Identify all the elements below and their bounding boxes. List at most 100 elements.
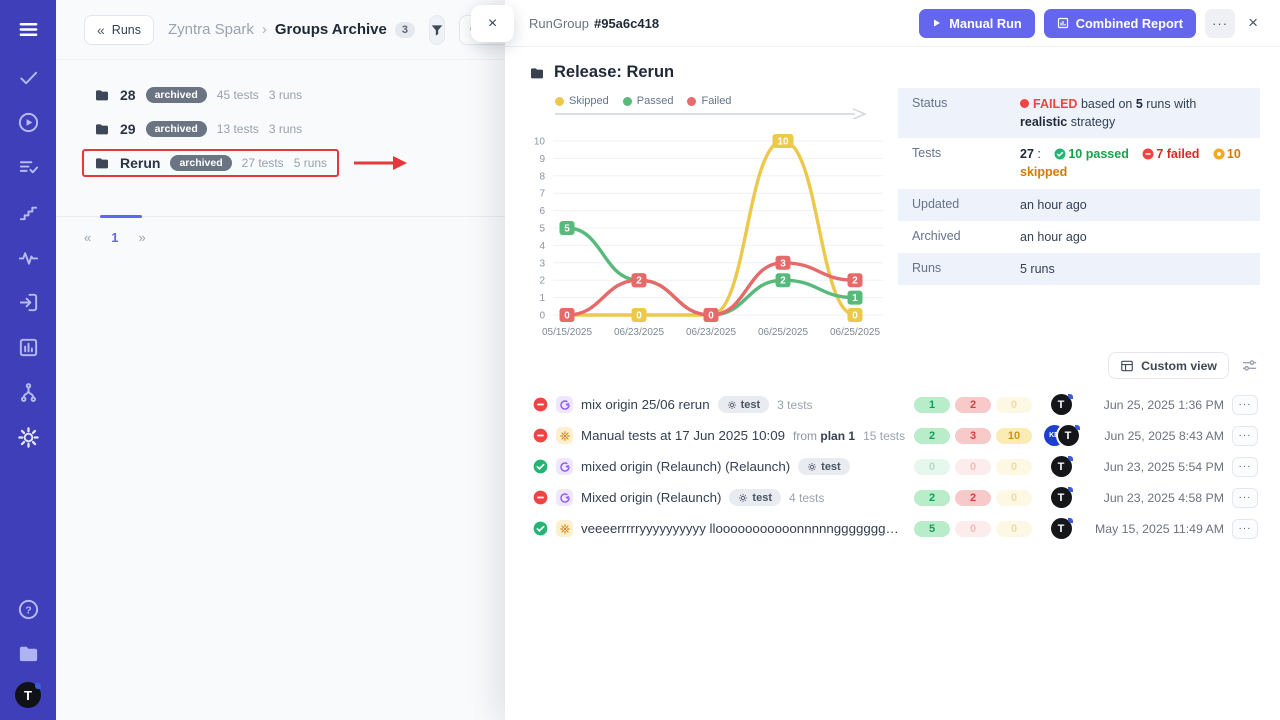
folder-name[interactable]: 29 [120, 121, 136, 137]
user-avatar[interactable]: T [15, 682, 41, 708]
folder-name[interactable]: Rerun [120, 155, 160, 171]
passed-count-pill: 1 [914, 397, 950, 413]
run-result-pills: 2 2 0 [914, 490, 1032, 506]
svg-text:06/25/2025: 06/25/2025 [830, 327, 880, 338]
run-avatars: KET [1040, 425, 1082, 446]
run-result-pills: 5 0 0 [914, 521, 1032, 537]
svg-text:05/15/2025: 05/15/2025 [542, 327, 592, 338]
automated-run-icon [556, 396, 573, 413]
run-avatars: T [1040, 456, 1082, 477]
help-icon[interactable]: ? [11, 594, 45, 624]
test-plans-icon[interactable] [11, 152, 45, 182]
failed-count-pill: 3 [955, 428, 991, 444]
drawer-more-button[interactable]: ··· [1205, 9, 1235, 38]
folder-row[interactable]: Rerun archived 27 tests 5 runs [82, 146, 505, 180]
svg-text:?: ? [25, 604, 31, 616]
run-avatars: T [1040, 518, 1082, 539]
view-settings-sliders-icon[interactable] [1241, 357, 1258, 374]
avatar: T [1051, 394, 1072, 415]
passed-count-pill: 5 [914, 521, 950, 537]
svg-text:2: 2 [852, 276, 858, 287]
folder-icon [94, 155, 110, 171]
back-to-runs-button[interactable]: « Runs [84, 15, 154, 45]
folder-row[interactable]: 29 archived 13 tests 3 runs [82, 112, 505, 146]
release-title-row: Release: Rerun [505, 47, 1280, 82]
run-row[interactable]: mixed origin (Relaunch) (Relaunch) test … [533, 451, 1258, 482]
failed-count-pill: 0 [955, 521, 991, 537]
app-root: ? T « Runs Zyntra Spark › Groups Archive… [0, 0, 1280, 720]
branches-icon[interactable] [11, 377, 45, 407]
settings-gear-icon[interactable] [11, 422, 45, 452]
tests-check-icon[interactable] [11, 62, 45, 92]
run-list: mix origin 25/06 rerun test 3 tests 1 2 … [505, 381, 1280, 544]
failed-count-pill: 2 [955, 490, 991, 506]
rungroup-id: #95a6c418 [594, 16, 659, 31]
run-tests-count: 15 tests [863, 429, 905, 443]
run-tests-count: 3 tests [777, 398, 812, 412]
tests-row: Tests 27 : 10 passed 7 failed 10 skipped [898, 138, 1260, 188]
run-title[interactable]: mix origin 25/06 rerun [581, 397, 710, 412]
folder-row[interactable]: 28 archived 45 tests 3 runs [82, 78, 505, 112]
milestones-stairs-icon[interactable] [11, 197, 45, 227]
breadcrumb-project[interactable]: Zyntra Spark [168, 21, 254, 38]
svg-text:9: 9 [539, 154, 545, 165]
combined-report-button[interactable]: Combined Report [1044, 9, 1196, 38]
run-tag-badge: test [729, 489, 781, 506]
failed-status-icon [533, 428, 548, 443]
run-title[interactable]: Manual tests at 17 Jun 2025 10:09 [581, 428, 785, 443]
run-more-button[interactable]: ··· [1232, 457, 1258, 477]
manual-run-button[interactable]: Manual Run [919, 9, 1035, 38]
run-more-button[interactable]: ··· [1232, 395, 1258, 415]
passed-status-icon [533, 521, 548, 536]
legend-dot-icon [623, 97, 632, 106]
run-result-pills: 0 0 0 [914, 459, 1032, 475]
funnel-icon [430, 23, 444, 37]
svg-text:3: 3 [539, 258, 545, 269]
passed-check-icon [1054, 148, 1066, 160]
run-more-button[interactable]: ··· [1232, 519, 1258, 539]
run-tag-badge: test [798, 458, 850, 475]
pagination-prev-button[interactable]: « [84, 230, 91, 245]
tag-gear-icon [738, 493, 748, 503]
run-row[interactable]: Manual tests at 17 Jun 2025 10:09 from p… [533, 420, 1258, 451]
drawer-header: RunGroup #95a6c418 Manual Run Combined R… [505, 0, 1280, 47]
run-date: May 15, 2025 11:49 AM [1090, 522, 1224, 536]
run-title[interactable]: veeeerrrrryyyyyyyyyy llooooooooooonnnnng… [581, 521, 906, 536]
breadcrumb-separator: › [262, 21, 267, 38]
svg-text:5: 5 [564, 224, 570, 235]
passed-status-icon [533, 459, 548, 474]
folder-icon [94, 121, 110, 137]
tag-gear-icon [807, 462, 817, 472]
custom-view-button[interactable]: Custom view [1108, 352, 1229, 379]
run-more-button[interactable]: ··· [1232, 488, 1258, 508]
run-row[interactable]: veeeerrrrryyyyyyyyyy llooooooooooonnnnng… [533, 513, 1258, 544]
import-icon[interactable] [11, 287, 45, 317]
back-chevron-icon: « [97, 22, 105, 38]
run-title[interactable]: Mixed origin (Relaunch) [581, 490, 721, 505]
failed-status-icon [533, 397, 548, 412]
run-title[interactable]: mixed origin (Relaunch) (Relaunch) [581, 459, 790, 474]
app-sidebar: ? T [0, 0, 56, 720]
menu-icon[interactable] [11, 14, 45, 44]
projects-folder-icon[interactable] [11, 638, 45, 668]
run-row[interactable]: mix origin 25/06 rerun test 3 tests 1 2 … [533, 389, 1258, 420]
folder-runs-count: 5 runs [294, 156, 327, 170]
report-chart-icon [1057, 17, 1069, 29]
runs-play-icon[interactable] [11, 107, 45, 137]
pulse-activity-icon[interactable] [11, 242, 45, 272]
pagination-next-button[interactable]: » [138, 230, 145, 245]
pagination-page-current[interactable]: 1 [111, 230, 118, 245]
passed-count-pill: 0 [914, 459, 950, 475]
filter-button[interactable] [429, 15, 445, 45]
folder-name[interactable]: 28 [120, 87, 136, 103]
panel-close-button[interactable]: × [471, 5, 514, 42]
run-more-button[interactable]: ··· [1232, 426, 1258, 446]
chart-canvas: 01234567891005/15/202506/23/202506/23/20… [517, 119, 895, 347]
analytics-icon[interactable] [11, 332, 45, 362]
archived-badge: archived [146, 87, 207, 103]
run-row[interactable]: Mixed origin (Relaunch) test 4 tests 2 2… [533, 482, 1258, 513]
rungroup-info-table: Status FAILED based on 5 runs with reali… [898, 88, 1260, 285]
svg-text:06/23/2025: 06/23/2025 [614, 327, 664, 338]
drawer-close-button[interactable]: × [1244, 13, 1262, 33]
folder-tests-count: 27 tests [242, 156, 284, 170]
